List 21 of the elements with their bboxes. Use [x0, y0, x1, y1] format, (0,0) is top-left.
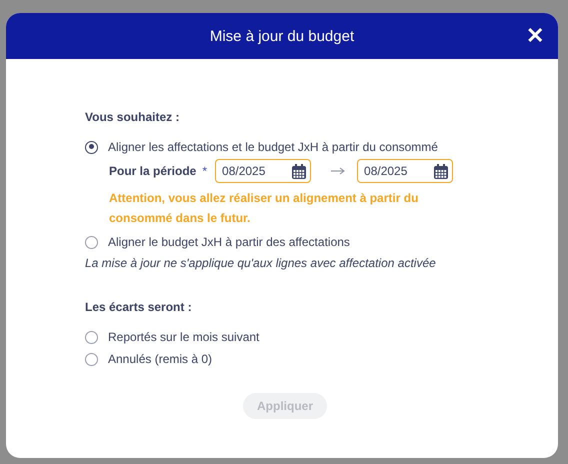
radio-button[interactable] [85, 140, 98, 154]
dialog-title: Mise à jour du budget [210, 28, 354, 44]
close-button[interactable]: ✕ [522, 23, 548, 49]
note-text: La mise à jour ne s'applique qu'aux lignes avec affectation activée [85, 256, 437, 270]
required-mark: * [202, 164, 208, 178]
arrow-icon [331, 167, 346, 175]
option-label[interactable]: Annulés (remis à 0) [108, 351, 212, 367]
field-label: Pour la période [109, 164, 196, 178]
radio-button[interactable] [85, 236, 98, 248]
calendar-icon[interactable] [292, 164, 306, 178]
date-field[interactable]: 08/2025 [215, 159, 312, 183]
option-label[interactable]: Aligner les affectations et le budget JxH à partir du consommé [108, 139, 438, 155]
date-field[interactable]: 08/2025 [357, 159, 454, 183]
section-label: Les écarts seront : [85, 300, 193, 314]
option-label[interactable]: Aligner le budget JxH à partir des affectations [108, 234, 350, 250]
section-label: Vous souhaitez : [85, 110, 180, 124]
radio-button[interactable] [85, 330, 98, 344]
option-label[interactable]: Reportés sur le mois suivant [108, 329, 260, 345]
radio-button[interactable] [85, 352, 98, 366]
warning-text: Attention, vous allez réaliser un alignement à partir du consommé dans le futur. [109, 190, 420, 227]
calendar-icon[interactable] [434, 164, 448, 178]
